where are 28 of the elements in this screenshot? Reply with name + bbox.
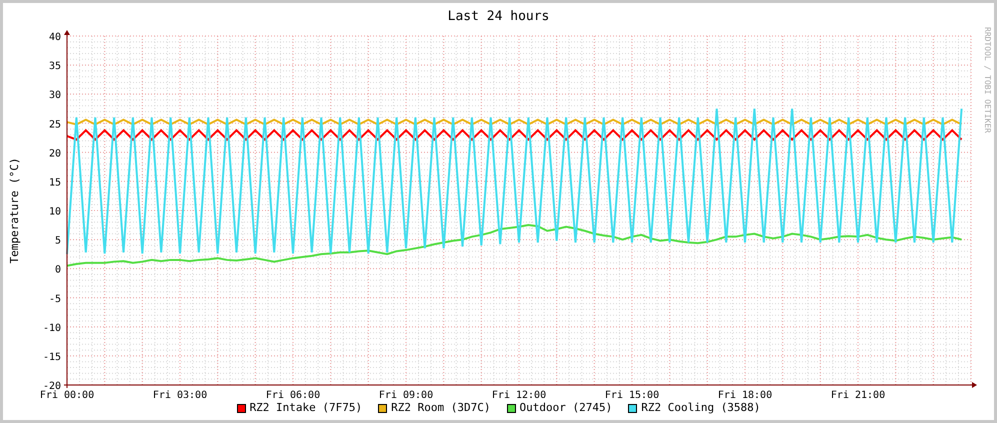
legend-label: Outdoor (2745) bbox=[520, 401, 612, 415]
x-tick-label: Fri 03:00 bbox=[152, 390, 208, 398]
y-tick-label: 5 bbox=[54, 236, 61, 247]
y-tick-label: 40 bbox=[48, 32, 61, 43]
y-tick-label: 30 bbox=[48, 90, 61, 102]
legend-label: RZ2 Intake (7F75) bbox=[250, 401, 362, 415]
x-tick-label: Fri 09:00 bbox=[378, 390, 434, 398]
y-tick-label: 20 bbox=[48, 148, 61, 160]
x-tick-label: Fri 15:00 bbox=[604, 390, 660, 398]
y-tick-label: -10 bbox=[42, 322, 61, 334]
x-tick-label: Fri 12:00 bbox=[492, 390, 546, 398]
y-tick-label: -20 bbox=[42, 381, 61, 392]
y-tick-label: 10 bbox=[48, 206, 61, 218]
y-tick-label: 25 bbox=[48, 119, 61, 130]
y-tick-label: -15 bbox=[42, 352, 61, 363]
y-tick-label: 35 bbox=[48, 61, 61, 72]
y-tick-label: 0 bbox=[54, 264, 61, 276]
credit-text: RRDTOOL / TOBI OETIKER bbox=[983, 27, 992, 133]
legend-label: RZ2 Room (3D7C) bbox=[391, 401, 490, 415]
chart-title: Last 24 hours bbox=[448, 9, 550, 25]
x-tick-label: Fri 18:00 bbox=[718, 390, 772, 398]
y-axis-label: Temperature (°C) bbox=[8, 158, 21, 264]
y-tick-label: 15 bbox=[48, 177, 61, 188]
x-tick-label: Fri 00:00 bbox=[40, 390, 94, 398]
y-tick-label: -5 bbox=[48, 294, 61, 305]
x-tick-label: Fri 21:00 bbox=[830, 390, 886, 398]
x-tick-label: Fri 06:00 bbox=[266, 390, 320, 398]
legend-label: RZ2 Cooling (3588) bbox=[641, 401, 760, 415]
